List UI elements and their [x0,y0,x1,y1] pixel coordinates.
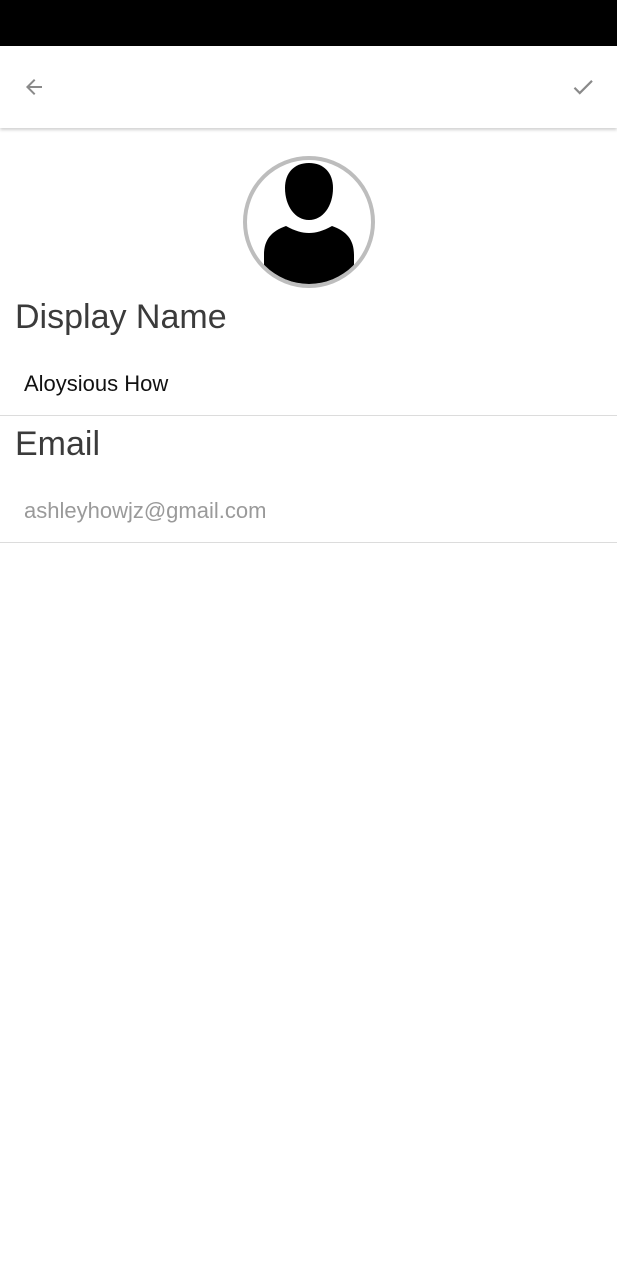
display-name-label: Display Name [15,298,227,336]
avatar[interactable] [242,155,376,289]
back-button[interactable] [14,67,54,107]
status-bar [0,0,617,46]
email-input[interactable] [0,479,617,543]
checkmark-icon [573,80,593,95]
person-silhouette-icon [243,156,375,288]
app-toolbar [0,46,617,128]
display-name-input[interactable] [0,352,617,416]
email-label: Email [15,425,101,463]
profile-form: Display Name Email [0,128,617,1280]
arrow-left-icon [26,79,42,95]
save-button[interactable] [563,67,603,107]
